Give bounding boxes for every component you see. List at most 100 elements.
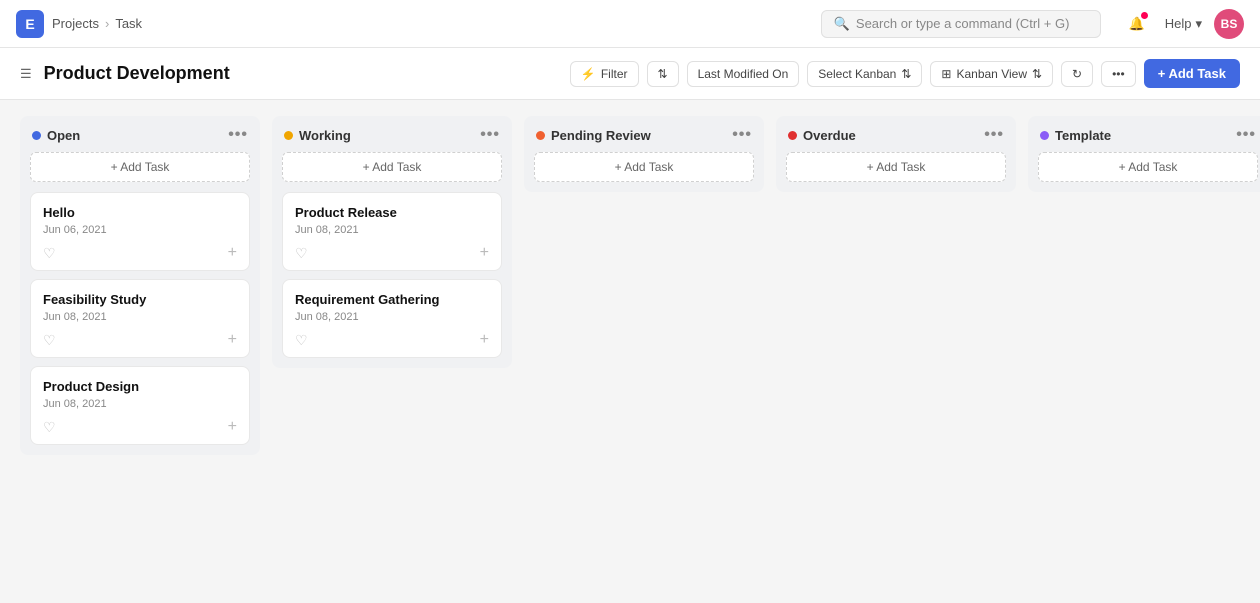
sidebar-toggle-icon[interactable]: ☰ xyxy=(20,66,32,82)
search-bar[interactable]: 🔍 Search or type a command (Ctrl + G) xyxy=(821,10,1101,38)
card-title: Hello xyxy=(43,205,237,220)
like-icon[interactable]: ♡ xyxy=(295,332,308,349)
card-title: Product Design xyxy=(43,379,237,394)
add-task-bar-working[interactable]: + Add Task xyxy=(282,152,502,182)
search-icon: 🔍 xyxy=(834,16,850,32)
chevron-down-icon: ▾ xyxy=(1195,16,1202,32)
column-header-open: Open ••• xyxy=(20,116,260,152)
chevron-down-icon: ⇅ xyxy=(1032,67,1042,81)
card-title: Product Release xyxy=(295,205,489,220)
breadcrumb-task: Task xyxy=(115,16,142,31)
column-open: Open ••• + Add Task Hello Jun 06, 2021 ♡… xyxy=(20,116,260,455)
add-task-button[interactable]: + Add Task xyxy=(1144,59,1240,88)
help-button[interactable]: Help ▾ xyxy=(1165,16,1202,32)
column-title-working: Working xyxy=(299,128,474,143)
column-more-open[interactable]: ••• xyxy=(228,126,248,144)
card-title: Requirement Gathering xyxy=(295,292,489,307)
breadcrumb-projects[interactable]: Projects xyxy=(52,16,99,31)
add-icon[interactable]: + xyxy=(228,244,237,262)
sort-icon: ⇅ xyxy=(658,67,668,81)
notification-button[interactable]: 🔔 xyxy=(1121,8,1153,40)
column-pending-review: Pending Review ••• + Add Task xyxy=(524,116,764,192)
column-dot-open xyxy=(32,131,41,140)
column-header-overdue: Overdue ••• xyxy=(776,116,1016,152)
add-icon[interactable]: + xyxy=(228,418,237,436)
breadcrumb-chevron-1: › xyxy=(105,16,109,31)
search-placeholder: Search or type a command (Ctrl + G) xyxy=(856,16,1070,31)
card-footer: ♡ + xyxy=(43,244,237,262)
column-header-pending-review: Pending Review ••• xyxy=(524,116,764,152)
column-title-pending-review: Pending Review xyxy=(551,128,726,143)
add-icon[interactable]: + xyxy=(480,331,489,349)
kanban-view-button[interactable]: ⊞ Kanban View ⇅ xyxy=(930,61,1053,87)
card-date: Jun 08, 2021 xyxy=(295,311,489,323)
column-dot-overdue xyxy=(788,131,797,140)
card-footer: ♡ + xyxy=(43,331,237,349)
notification-dot xyxy=(1141,12,1148,19)
card-date: Jun 06, 2021 xyxy=(43,224,237,236)
page-title: Product Development xyxy=(44,63,230,84)
column-dot-pending-review xyxy=(536,131,545,140)
column-more-template[interactable]: ••• xyxy=(1236,126,1256,144)
card-footer: ♡ + xyxy=(295,244,489,262)
help-label: Help xyxy=(1165,16,1192,31)
like-icon[interactable]: ♡ xyxy=(43,332,56,349)
table-row[interactable]: Hello Jun 06, 2021 ♡ + xyxy=(30,192,250,271)
column-header-template: Template ••• xyxy=(1028,116,1260,152)
card-date: Jun 08, 2021 xyxy=(43,398,237,410)
select-kanban-button[interactable]: Select Kanban ⇅ xyxy=(807,61,922,87)
last-modified-button[interactable]: Last Modified On xyxy=(687,61,800,87)
table-row[interactable]: Feasibility Study Jun 08, 2021 ♡ + xyxy=(30,279,250,358)
add-task-bar-template[interactable]: + Add Task xyxy=(1038,152,1258,182)
column-title-open: Open xyxy=(47,128,222,143)
column-dot-template xyxy=(1040,131,1049,140)
refresh-icon: ↻ xyxy=(1072,67,1082,81)
kanban-view-icon: ⊞ xyxy=(941,67,951,81)
column-title-overdue: Overdue xyxy=(803,128,978,143)
column-working: Working ••• + Add Task Product Release J… xyxy=(272,116,512,368)
filter-button[interactable]: ⚡ Filter xyxy=(570,61,639,87)
like-icon[interactable]: ♡ xyxy=(295,245,308,262)
header-actions: ⚡ Filter ⇅ Last Modified On Select Kanba… xyxy=(570,59,1240,88)
page-header: ☰ Product Development ⚡ Filter ⇅ Last Mo… xyxy=(0,48,1260,100)
column-title-template: Template xyxy=(1055,128,1230,143)
add-icon[interactable]: + xyxy=(228,331,237,349)
chevron-down-icon: ⇅ xyxy=(901,67,911,81)
sort-button[interactable]: ⇅ xyxy=(647,61,679,87)
column-dot-working xyxy=(284,131,293,140)
like-icon[interactable]: ♡ xyxy=(43,245,56,262)
topnav: E Projects › Task 🔍 Search or type a com… xyxy=(0,0,1260,48)
kanban-view-label: Kanban View xyxy=(956,67,1027,81)
card-title: Feasibility Study xyxy=(43,292,237,307)
cards-list-working: Product Release Jun 08, 2021 ♡ + Require… xyxy=(272,192,512,368)
card-footer: ♡ + xyxy=(295,331,489,349)
like-icon[interactable]: ♡ xyxy=(43,419,56,436)
table-row[interactable]: Product Release Jun 08, 2021 ♡ + xyxy=(282,192,502,271)
last-modified-label: Last Modified On xyxy=(698,67,789,81)
refresh-button[interactable]: ↻ xyxy=(1061,61,1093,87)
select-kanban-label: Select Kanban xyxy=(818,67,896,81)
ellipsis-icon: ••• xyxy=(1112,67,1125,81)
filter-icon: ⚡ xyxy=(581,67,596,81)
filter-label: Filter xyxy=(601,67,628,81)
kanban-board: Open ••• + Add Task Hello Jun 06, 2021 ♡… xyxy=(0,100,1260,603)
table-row[interactable]: Requirement Gathering Jun 08, 2021 ♡ + xyxy=(282,279,502,358)
column-header-working: Working ••• xyxy=(272,116,512,152)
cards-list-open: Hello Jun 06, 2021 ♡ + Feasibility Study… xyxy=(20,192,260,455)
app-logo[interactable]: E xyxy=(16,10,44,38)
topnav-right: 🔔 Help ▾ BS xyxy=(1121,8,1244,40)
add-icon[interactable]: + xyxy=(480,244,489,262)
column-overdue: Overdue ••• + Add Task xyxy=(776,116,1016,192)
column-more-pending-review[interactable]: ••• xyxy=(732,126,752,144)
card-footer: ♡ + xyxy=(43,418,237,436)
column-more-overdue[interactable]: ••• xyxy=(984,126,1004,144)
avatar[interactable]: BS xyxy=(1214,9,1244,39)
table-row[interactable]: Product Design Jun 08, 2021 ♡ + xyxy=(30,366,250,445)
add-task-bar-overdue[interactable]: + Add Task xyxy=(786,152,1006,182)
more-options-button[interactable]: ••• xyxy=(1101,61,1136,87)
breadcrumb: Projects › Task xyxy=(52,16,142,31)
column-more-working[interactable]: ••• xyxy=(480,126,500,144)
add-task-bar-open[interactable]: + Add Task xyxy=(30,152,250,182)
add-task-bar-pending-review[interactable]: + Add Task xyxy=(534,152,754,182)
card-date: Jun 08, 2021 xyxy=(43,311,237,323)
